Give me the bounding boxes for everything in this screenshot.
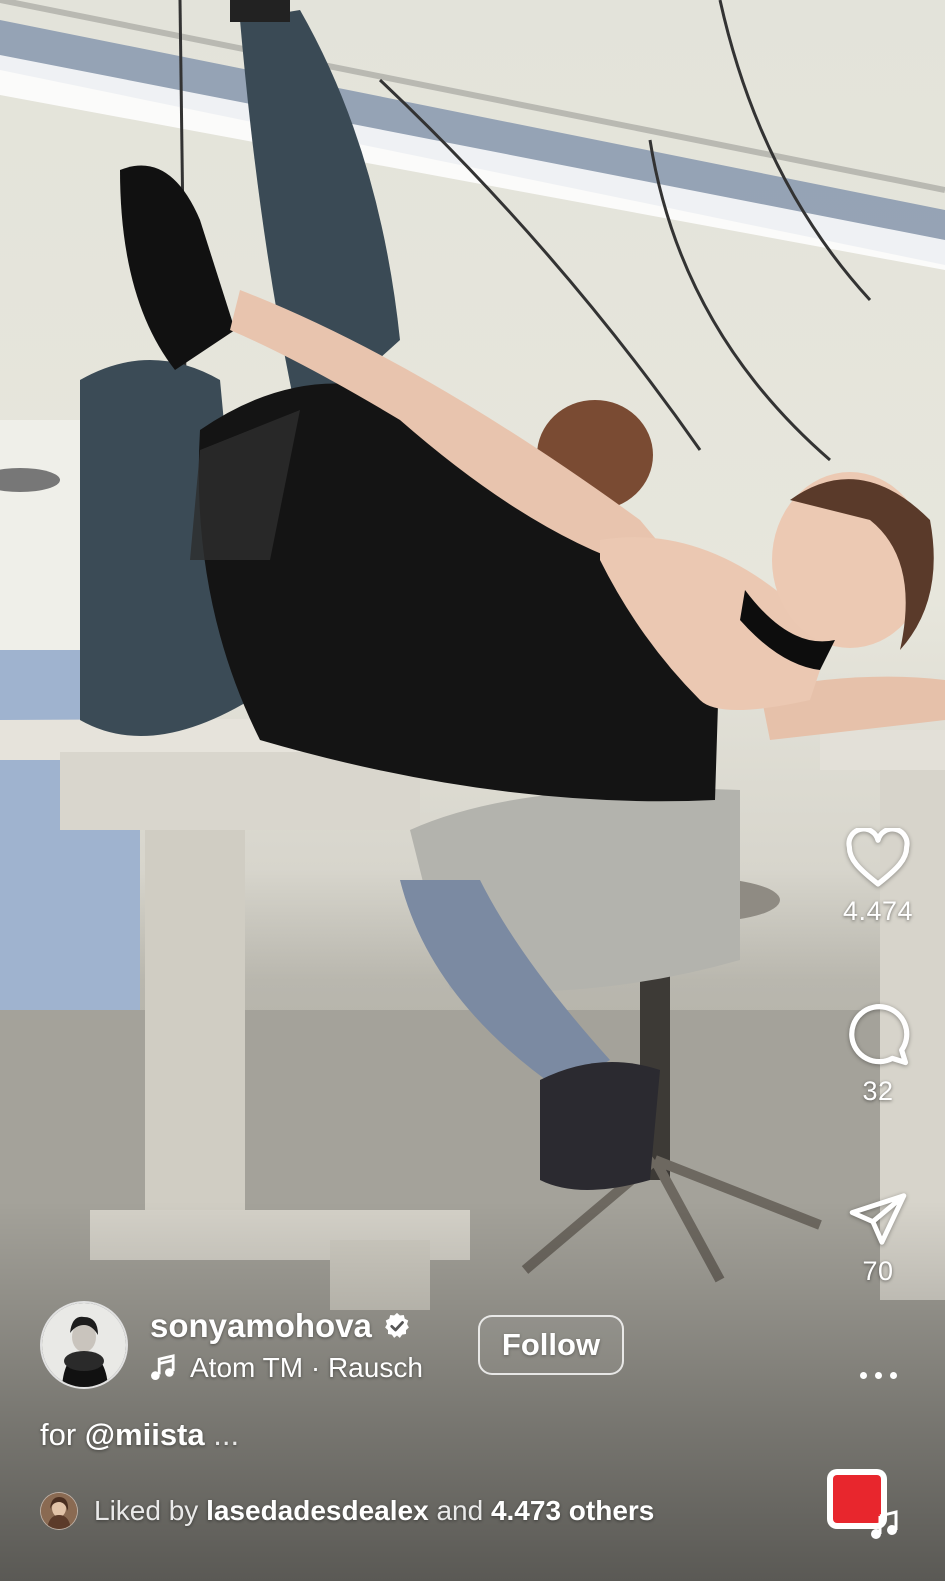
audio-track: Rausch — [327, 1352, 423, 1383]
liked-by-row[interactable]: Liked by lasedadesdealex and 4.473 other… — [40, 1492, 654, 1530]
liked-by-and: and — [428, 1495, 491, 1526]
original-audio-button[interactable] — [824, 1466, 898, 1539]
caption-mention[interactable]: @miista — [85, 1417, 205, 1452]
audio-separator: · — [303, 1352, 328, 1383]
more-horizontal-icon — [874, 1372, 882, 1379]
like-count[interactable]: 4.474 — [843, 896, 913, 927]
share-count[interactable]: 70 — [862, 1256, 893, 1287]
caption-more[interactable]: ... — [205, 1417, 239, 1452]
liked-by-avatar-portrait — [41, 1493, 77, 1529]
comment-button[interactable]: 32 — [811, 1002, 945, 1107]
more-options-button[interactable] — [811, 1372, 945, 1379]
comment-bubble-icon[interactable] — [845, 1002, 911, 1068]
avatar-portrait — [42, 1303, 126, 1387]
share-button[interactable]: 70 — [811, 1190, 945, 1287]
liked-by-others[interactable]: 4.473 others — [491, 1495, 654, 1527]
more-horizontal-icon — [889, 1372, 897, 1379]
action-rail: 4.474 32 70 — [811, 0, 945, 1581]
caption-prefix: for — [40, 1417, 85, 1452]
like-button[interactable]: 4.474 — [811, 828, 945, 927]
username-row: sonyamohova — [150, 1306, 423, 1346]
liked-by-avatar — [40, 1492, 78, 1530]
liked-by-user[interactable]: lasedadesdealex — [206, 1495, 429, 1527]
audio-artist: Atom TM — [190, 1352, 304, 1383]
verified-badge-icon — [385, 1312, 409, 1338]
follow-button[interactable]: Follow — [478, 1315, 624, 1375]
liked-by-prefix: Liked by — [94, 1495, 207, 1526]
author-meta: sonyamohova Atom TM · Rausch — [150, 1306, 423, 1384]
audio-attribution[interactable]: Atom TM · Rausch — [150, 1352, 423, 1384]
audio-thumbnail-icon[interactable] — [824, 1466, 904, 1546]
paper-plane-icon[interactable] — [847, 1190, 909, 1248]
author-avatar[interactable] — [40, 1301, 128, 1389]
more-horizontal-icon — [859, 1372, 867, 1379]
post-caption[interactable]: for @miista ... — [40, 1417, 239, 1453]
music-note-icon — [151, 1354, 175, 1380]
heart-icon[interactable] — [845, 828, 911, 888]
author-username[interactable]: sonyamohova — [150, 1307, 372, 1345]
comment-count[interactable]: 32 — [862, 1076, 893, 1107]
author-section: sonyamohova Atom TM · Rausch — [40, 1301, 423, 1389]
